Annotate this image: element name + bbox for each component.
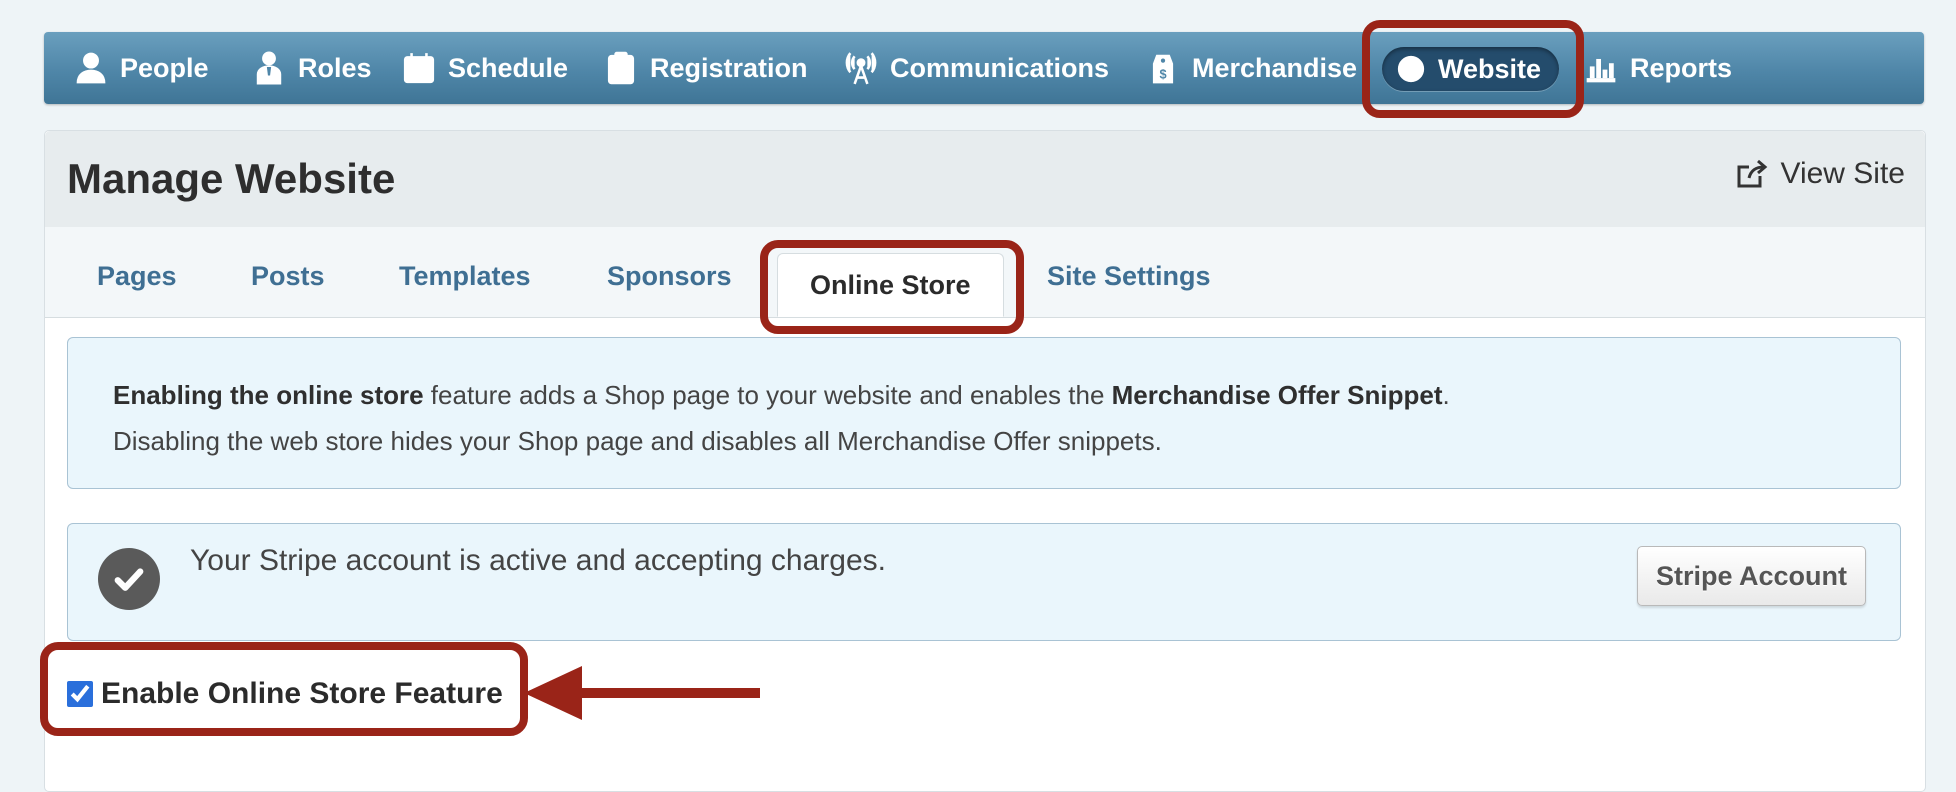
nav-item-label: Roles <box>298 52 372 83</box>
stripe-account-button[interactable]: Stripe Account <box>1636 546 1866 606</box>
nav-item-label: Merchandise <box>1192 52 1358 83</box>
bar-chart-icon <box>1586 58 1616 83</box>
nav-item-schedule[interactable]: Schedule <box>402 32 568 104</box>
nav-item-label: Communications <box>890 52 1110 83</box>
nav-item-website[interactable]: Website <box>1382 47 1560 91</box>
nav-item-label: Schedule <box>448 52 569 83</box>
info-line-2: Disabling the web store hides your Shop … <box>113 426 1162 456</box>
info-text-1: feature adds a Shop page to your website… <box>423 380 1112 410</box>
enable-online-store-checkbox[interactable] <box>67 681 93 707</box>
roles-icon <box>256 51 282 85</box>
nav-item-roles[interactable]: Roles <box>252 32 372 104</box>
tab-bar: Pages Posts Templates Sponsors Online St… <box>45 227 1925 318</box>
view-site-link[interactable]: View Site <box>1736 157 1905 191</box>
view-site-label: View Site <box>1780 157 1905 190</box>
info-text-2: . <box>1442 380 1450 410</box>
nav-item-reports[interactable]: Reports <box>1584 32 1732 104</box>
online-store-info: Enabling the online store feature adds a… <box>67 337 1901 489</box>
price-tag-icon: $ <box>1152 54 1174 84</box>
nav-item-label: People <box>120 52 209 83</box>
nav-item-registration[interactable]: Registration <box>604 32 808 104</box>
stripe-status-box: Your Stripe account is active and accept… <box>67 523 1901 641</box>
info-line-1: Enabling the online store feature adds a… <box>113 372 1855 418</box>
enable-online-store-label: Enable Online Store Feature <box>101 677 503 710</box>
calendar-icon <box>403 53 435 84</box>
tab-templates[interactable]: Templates <box>399 261 531 292</box>
panel-header: Manage Website View Site <box>45 131 1925 228</box>
nav-item-communications[interactable]: Communications <box>844 32 1109 104</box>
tab-pages[interactable]: Pages <box>97 261 177 292</box>
check-circle-icon <box>98 548 160 610</box>
svg-text:$: $ <box>1159 67 1166 82</box>
tab-site-settings[interactable]: Site Settings <box>1047 261 1211 292</box>
nav-item-label: Registration <box>650 52 808 83</box>
nav-item-people[interactable]: People <box>74 32 209 104</box>
tab-sponsors[interactable]: Sponsors <box>607 261 732 292</box>
tab-online-store[interactable]: Online Store <box>777 253 1004 317</box>
page-title: Manage Website <box>67 155 396 202</box>
tab-posts[interactable]: Posts <box>251 261 325 292</box>
nav-item-label: Reports <box>1630 52 1733 83</box>
info-bold-1: Enabling the online store <box>113 380 424 410</box>
clipboard-check-icon <box>607 51 635 85</box>
globe-icon <box>1397 55 1425 83</box>
main-nav: People Roles Schedule Registration Commu… <box>44 32 1924 104</box>
external-link-icon <box>1737 159 1768 188</box>
stripe-status-message: Your Stripe account is active and accept… <box>190 544 886 577</box>
people-icon <box>76 52 106 84</box>
info-bold-2: Merchandise Offer Snippet <box>1111 380 1443 410</box>
antenna-icon <box>845 52 877 85</box>
enable-online-store-field[interactable]: Enable Online Store Feature <box>67 677 503 711</box>
manage-website-panel: Manage Website View Site Pages Posts Tem… <box>44 130 1926 792</box>
nav-item-label: Website <box>1438 53 1542 84</box>
nav-item-merchandise[interactable]: $ Merchandise <box>1146 32 1357 104</box>
